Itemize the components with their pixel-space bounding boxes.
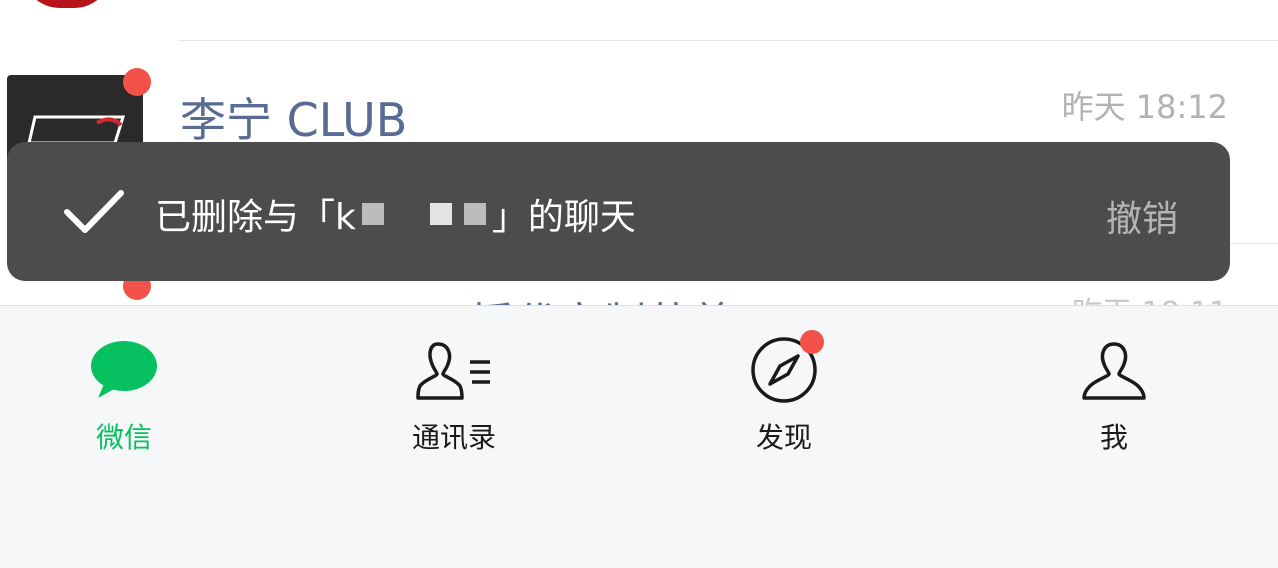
deleted-chat-toast: 已删除与「k 」的聊天 撤销 xyxy=(7,142,1230,281)
tab-label: 通讯录 xyxy=(411,421,496,454)
tab-label: 微信 xyxy=(95,421,152,454)
chat-time: 昨天 18:12 xyxy=(1061,88,1228,126)
toast-message: 已删除与「k 」的聊天 xyxy=(155,188,636,240)
tab-label: 发现 xyxy=(755,421,812,454)
undo-button[interactable]: 撤销 xyxy=(1106,190,1178,242)
unread-badge xyxy=(123,68,151,96)
chat-bubble-icon xyxy=(91,341,157,398)
contacts-icon xyxy=(416,342,490,400)
redacted-name-block xyxy=(429,203,452,225)
chat-title: 李宁 CLUB xyxy=(180,93,408,147)
check-icon xyxy=(64,190,124,233)
toast-message-prefix: 已删除与「k xyxy=(155,197,356,238)
previous-chat-avatar[interactable] xyxy=(22,0,112,8)
discover-badge xyxy=(800,330,824,354)
redacted-name-block xyxy=(463,203,486,225)
tab-label: 我 xyxy=(1099,421,1128,454)
list-divider xyxy=(1230,243,1278,244)
toast-message-suffix: 」的聊天 xyxy=(491,197,636,238)
list-divider xyxy=(178,40,1278,41)
redacted-name-block xyxy=(361,203,384,225)
bottom-tab-bar: 微信 通讯录 发现 我 xyxy=(0,305,1278,568)
person-icon xyxy=(1082,342,1146,400)
